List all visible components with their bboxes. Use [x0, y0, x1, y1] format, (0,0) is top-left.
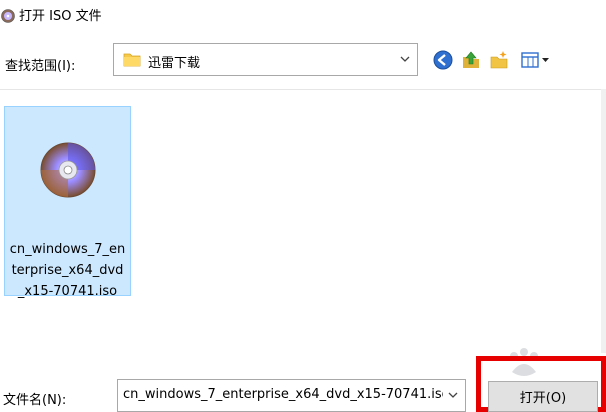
back-icon [433, 50, 453, 70]
disc-icon [40, 142, 96, 198]
look-in-value: 迅雷下载 [148, 56, 201, 71]
title-bar: 打开 ISO 文件 [0, 0, 606, 34]
up-folder-button[interactable] [460, 49, 482, 71]
file-name-label: 文件名(N): [3, 393, 67, 408]
file-label-line: terprise_x64_dvd [11, 263, 124, 278]
file-label-line: _x15-70741.iso [17, 284, 118, 299]
new-folder-icon [490, 51, 508, 69]
scrollbar-track[interactable] [601, 89, 606, 353]
dialog-title: 打开 ISO 文件 [19, 9, 102, 24]
back-button[interactable] [432, 49, 454, 71]
look-in-dropdown[interactable]: 迅雷下载 [113, 43, 418, 76]
view-menu-button[interactable] [518, 49, 554, 71]
file-name-combo[interactable] [117, 379, 466, 412]
up-folder-icon [463, 51, 479, 68]
file-list: cn_windows_7_en terprise_x64_dvd _x15-70… [0, 89, 606, 353]
view-menu-icon [521, 52, 549, 68]
folder-icon [123, 53, 141, 67]
chevron-down-icon[interactable] [447, 390, 459, 400]
file-item-iso[interactable]: cn_windows_7_en terprise_x64_dvd _x15-70… [4, 106, 131, 299]
disc-app-icon [1, 9, 15, 23]
file-label-line: cn_windows_7_en [9, 242, 126, 257]
open-button[interactable]: 打开(O) [488, 381, 598, 412]
new-folder-button[interactable] [488, 49, 510, 71]
file-name-input[interactable] [123, 387, 443, 402]
chevron-down-icon [400, 56, 410, 62]
look-in-label: 查找范围(I): [5, 59, 76, 74]
file-item-label: cn_windows_7_en terprise_x64_dvd _x15-70… [5, 239, 130, 302]
